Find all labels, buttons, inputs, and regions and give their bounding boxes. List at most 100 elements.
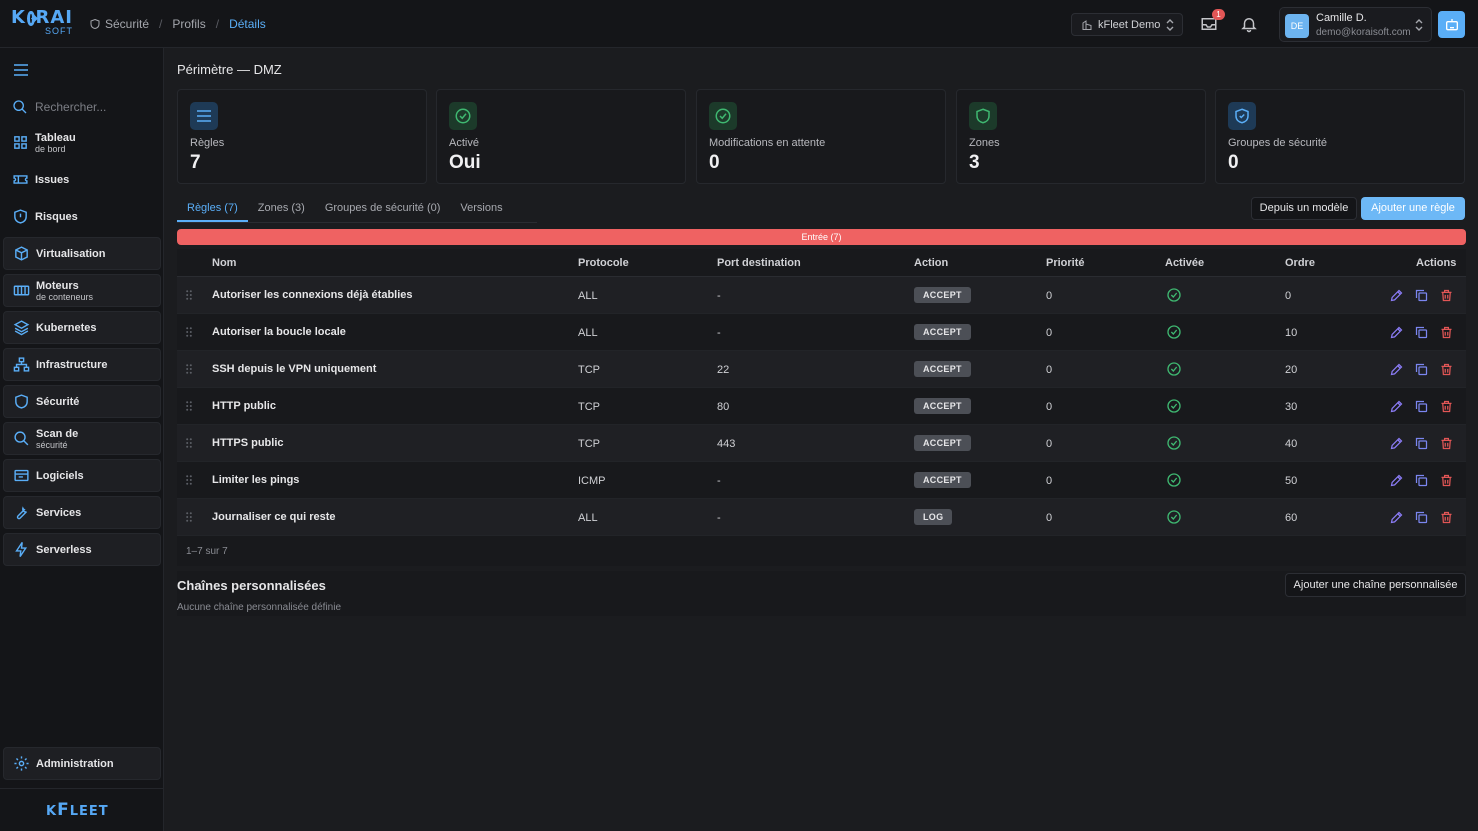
drag-handle-icon[interactable] bbox=[186, 438, 192, 448]
sidebar-item-scan-securite[interactable]: Scan de sécurité bbox=[3, 422, 161, 455]
entry-chain-header[interactable]: Entrée (7) bbox=[177, 229, 1466, 245]
delete-rule-button[interactable] bbox=[1439, 362, 1454, 377]
bolt-icon bbox=[15, 542, 28, 557]
check-circle-icon bbox=[1167, 362, 1181, 376]
column-header[interactable]: Ordre bbox=[1285, 257, 1315, 269]
from-template-button[interactable]: Depuis un modèle bbox=[1251, 197, 1357, 220]
tenant-selector[interactable]: kFleet Demo bbox=[1071, 13, 1183, 36]
sidebar-item-risques[interactable]: Risques bbox=[3, 200, 161, 233]
table-row[interactable]: HTTPS public TCP 443 ACCEPT 0 40 bbox=[177, 425, 1466, 462]
sidebar-item-virtualisation[interactable]: Virtualisation bbox=[3, 237, 161, 270]
delete-rule-button[interactable] bbox=[1439, 473, 1454, 488]
duplicate-rule-button[interactable] bbox=[1414, 362, 1429, 377]
breadcrumb-details: Détails bbox=[229, 17, 266, 31]
bell-icon[interactable] bbox=[1240, 15, 1258, 33]
rule-priority: 0 bbox=[1046, 364, 1053, 376]
copy-icon bbox=[1415, 326, 1428, 339]
rule-name: HTTPS public bbox=[212, 437, 284, 449]
tab-versions[interactable]: Versions bbox=[450, 196, 512, 222]
drag-handle-icon[interactable] bbox=[186, 512, 192, 522]
sidebar-item-moteurs[interactable]: Moteurs de conteneurs bbox=[3, 274, 161, 307]
menu-icon[interactable] bbox=[13, 63, 29, 77]
add-custom-chain-button[interactable]: Ajouter une chaîne personnalisée bbox=[1285, 573, 1466, 597]
sidebar-item-logiciels[interactable]: Logiciels bbox=[3, 459, 161, 492]
sidebar-item-serverless[interactable]: Serverless bbox=[3, 533, 161, 566]
column-header[interactable]: Nom bbox=[212, 257, 236, 269]
assistant-button[interactable] bbox=[1438, 11, 1465, 38]
tab-zones[interactable]: Zones (3) bbox=[248, 196, 315, 222]
add-rule-button[interactable]: Ajouter une règle bbox=[1361, 197, 1465, 220]
sidebar-item-services[interactable]: Services bbox=[3, 496, 161, 529]
duplicate-rule-button[interactable] bbox=[1414, 436, 1429, 451]
column-header[interactable]: Action bbox=[914, 257, 948, 269]
koraisoft-logo[interactable]: K RAI SOFT bbox=[11, 9, 73, 39]
column-header[interactable]: Activée bbox=[1165, 257, 1204, 269]
drag-handle-icon[interactable] bbox=[186, 364, 192, 374]
sidebar-item-infrastructure[interactable]: Infrastructure bbox=[3, 348, 161, 381]
sidebar-item-label: Kubernetes bbox=[36, 321, 97, 334]
table-row[interactable]: SSH depuis le VPN uniquement TCP 22 ACCE… bbox=[177, 351, 1466, 388]
chevron-updown-icon bbox=[1415, 19, 1423, 31]
sidebar-search[interactable]: Rechercher... bbox=[12, 99, 106, 115]
edit-rule-button[interactable] bbox=[1389, 288, 1404, 303]
edit-rule-button[interactable] bbox=[1389, 436, 1404, 451]
sidebar-item-sublabel: de bord bbox=[35, 143, 66, 154]
copy-icon bbox=[1415, 289, 1428, 302]
table-row[interactable]: Limiter les pings ICMP - ACCEPT 0 50 bbox=[177, 462, 1466, 499]
duplicate-rule-button[interactable] bbox=[1414, 288, 1429, 303]
delete-rule-button[interactable] bbox=[1439, 510, 1454, 525]
tab-groupes-securite[interactable]: Groupes de sécurité (0) bbox=[315, 196, 451, 222]
drag-handle-icon[interactable] bbox=[186, 401, 192, 411]
table-row[interactable]: Autoriser les connexions déjà établies A… bbox=[177, 277, 1466, 314]
edit-rule-button[interactable] bbox=[1389, 510, 1404, 525]
edit-rule-button[interactable] bbox=[1389, 325, 1404, 340]
rules-table: Nom Protocole Port destination Action Pr… bbox=[177, 249, 1466, 566]
delete-rule-button[interactable] bbox=[1439, 436, 1454, 451]
breadcrumb-separator: / bbox=[215, 17, 220, 31]
sidebar-item-sublabel: sécurité bbox=[36, 439, 68, 450]
edit-rule-button[interactable] bbox=[1389, 473, 1404, 488]
duplicate-rule-button[interactable] bbox=[1414, 399, 1429, 414]
duplicate-rule-button[interactable] bbox=[1414, 473, 1429, 488]
user-name: Camille D. bbox=[1316, 12, 1367, 24]
column-header[interactable]: Port destination bbox=[717, 257, 801, 269]
breadcrumb-profils[interactable]: Profils bbox=[172, 17, 205, 31]
table-row[interactable]: Journaliser ce qui reste ALL - LOG 0 60 bbox=[177, 499, 1466, 536]
drag-handle-icon[interactable] bbox=[186, 290, 192, 300]
check-circle-icon bbox=[1167, 399, 1181, 413]
sidebar-item-issues[interactable]: Issues bbox=[3, 163, 161, 196]
delete-rule-button[interactable] bbox=[1439, 325, 1454, 340]
tab-regles[interactable]: Règles (7) bbox=[177, 196, 248, 222]
breadcrumb-securite[interactable]: Sécurité bbox=[105, 17, 149, 31]
sidebar-item-kubernetes[interactable]: Kubernetes bbox=[3, 311, 161, 344]
edit-rule-button[interactable] bbox=[1389, 399, 1404, 414]
column-header[interactable]: Priorité bbox=[1046, 257, 1085, 269]
drag-handle-icon[interactable] bbox=[186, 327, 192, 337]
trash-icon bbox=[1441, 437, 1452, 450]
gear-icon bbox=[14, 756, 29, 771]
sidebar-item-administration[interactable]: Administration bbox=[3, 747, 161, 780]
duplicate-rule-button[interactable] bbox=[1414, 325, 1429, 340]
sidebar-item-securite[interactable]: Sécurité bbox=[3, 385, 161, 418]
rule-name: Limiter les pings bbox=[212, 474, 300, 486]
sidebar-item-label: Logiciels bbox=[36, 469, 84, 482]
scan-icon bbox=[14, 431, 29, 446]
sidebar-item-label: Sécurité bbox=[36, 395, 80, 408]
delete-rule-button[interactable] bbox=[1439, 399, 1454, 414]
drag-handle-icon[interactable] bbox=[186, 475, 192, 485]
check-circle-icon bbox=[1167, 473, 1181, 487]
table-row[interactable]: HTTP public TCP 80 ACCEPT 0 30 bbox=[177, 388, 1466, 425]
sidebar-item-tableau-de-bord[interactable]: Tableau de bord bbox=[3, 126, 161, 159]
user-menu[interactable]: DE Camille D. demo@koraisoft.com bbox=[1279, 7, 1432, 42]
duplicate-rule-button[interactable] bbox=[1414, 510, 1429, 525]
rule-order: 30 bbox=[1285, 401, 1298, 413]
tabs: Règles (7) Zones (3) Groupes de sécurité… bbox=[177, 196, 513, 222]
delete-rule-button[interactable] bbox=[1439, 288, 1454, 303]
table-row[interactable]: Autoriser la boucle locale ALL - ACCEPT … bbox=[177, 314, 1466, 351]
sidebar-item-label: Risques bbox=[35, 210, 78, 223]
column-header[interactable]: Protocole bbox=[578, 257, 629, 269]
stat-card-zones: Zones 3 bbox=[956, 89, 1206, 184]
edit-rule-button[interactable] bbox=[1389, 362, 1404, 377]
rule-protocol: ALL bbox=[578, 290, 598, 302]
brand-letter: K bbox=[46, 804, 58, 819]
